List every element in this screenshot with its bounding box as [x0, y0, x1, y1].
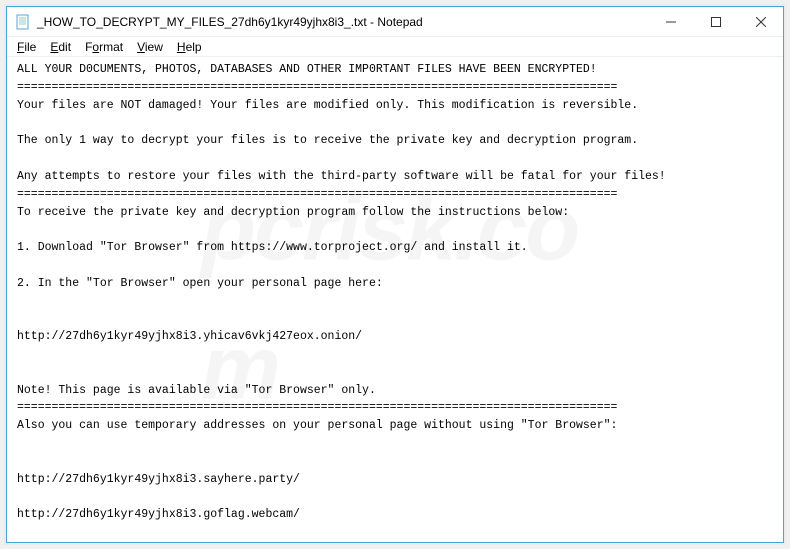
text-line: http://27dh6y1kyr49yjhx8i3.goflag.webcam…	[17, 508, 300, 521]
title-left: _HOW_TO_DECRYPT_MY_FILES_27dh6y1kyr49yjh…	[15, 14, 423, 30]
window-controls	[648, 7, 783, 36]
menu-view[interactable]: View	[131, 39, 169, 55]
text-line: ========================================…	[17, 188, 617, 201]
menu-file[interactable]: File	[11, 39, 42, 55]
menu-format[interactable]: Format	[79, 39, 129, 55]
title-bar: _HOW_TO_DECRYPT_MY_FILES_27dh6y1kyr49yjh…	[7, 7, 783, 37]
text-line: The only 1 way to decrypt your files is …	[17, 134, 638, 147]
text-line: ========================================…	[17, 401, 617, 414]
text-line: Also you can use temporary addresses on …	[17, 419, 617, 432]
text-line: 2. In the "Tor Browser" open your person…	[17, 277, 383, 290]
menu-edit[interactable]: Edit	[44, 39, 77, 55]
menu-help[interactable]: Help	[171, 39, 208, 55]
notepad-window: _HOW_TO_DECRYPT_MY_FILES_27dh6y1kyr49yjh…	[6, 6, 784, 543]
text-line: http://27dh6y1kyr49yjhx8i3.yhicav6vkj427…	[17, 330, 362, 343]
text-line: http://27dh6y1kyr49yjhx8i3.sayhere.party…	[17, 473, 300, 486]
text-line: Your files are NOT damaged! Your files a…	[17, 99, 638, 112]
text-line: Any attempts to restore your files with …	[17, 170, 666, 183]
text-line: 1. Download "Tor Browser" from https://w…	[17, 241, 528, 254]
close-button[interactable]	[738, 7, 783, 36]
watermark: pcrisk.com	[201, 160, 589, 439]
notepad-icon	[15, 14, 31, 30]
maximize-button[interactable]	[693, 7, 738, 36]
text-line: ========================================…	[17, 81, 617, 94]
text-line: To receive the private key and decryptio…	[17, 206, 569, 219]
text-area[interactable]: ALL Y0UR D0CUMENTS, PHOTOS, DATABASES AN…	[7, 57, 783, 542]
text-line: ALL Y0UR D0CUMENTS, PHOTOS, DATABASES AN…	[17, 63, 597, 76]
window-title: _HOW_TO_DECRYPT_MY_FILES_27dh6y1kyr49yjh…	[37, 15, 423, 29]
text-line: Note! This page is available via "Tor Br…	[17, 384, 376, 397]
minimize-button[interactable]	[648, 7, 693, 36]
menu-bar: File Edit Format View Help	[7, 37, 783, 57]
